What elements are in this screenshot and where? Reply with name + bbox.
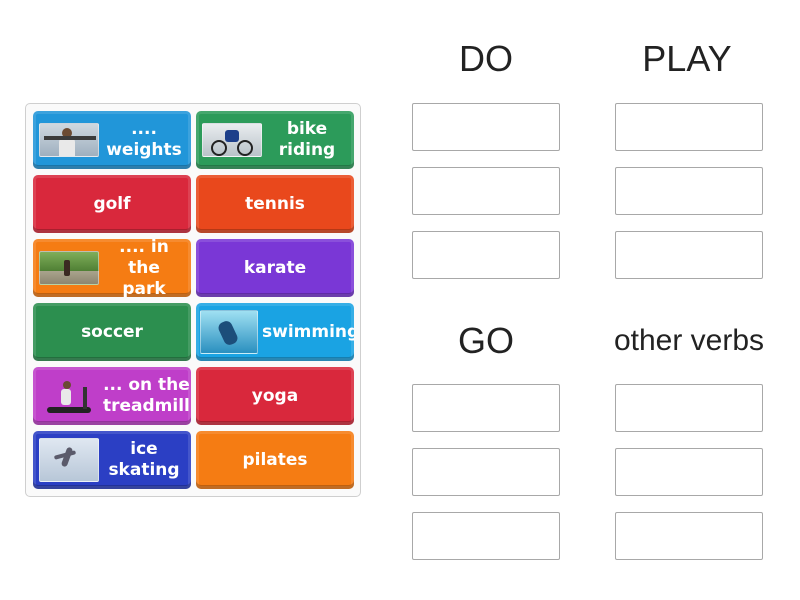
tile-label: bike riding xyxy=(278,119,336,160)
tile-pilates[interactable]: pilates xyxy=(196,431,354,489)
tile-karate[interactable]: karate xyxy=(196,239,354,297)
tile-golf[interactable]: golf xyxy=(33,175,191,233)
tile-tennis[interactable]: tennis xyxy=(196,175,354,233)
group-title-do: DO xyxy=(459,38,513,79)
go-drop-slot-3[interactable] xyxy=(412,512,560,560)
tile-soccer[interactable]: soccer xyxy=(33,303,191,361)
tile-yoga[interactable]: yoga xyxy=(196,367,354,425)
swimming-photo-icon xyxy=(200,310,258,354)
tile-treadmill[interactable]: ... on the treadmill xyxy=(33,367,191,425)
group-title-play: PLAY xyxy=(642,38,732,79)
tile-label: ice skating xyxy=(108,439,180,480)
other-verbs-drop-slot-2[interactable] xyxy=(615,448,763,496)
group-title-other-verbs: other verbs xyxy=(613,324,765,357)
tile-weights[interactable]: .... weights xyxy=(33,111,191,169)
go-drop-slot-2[interactable] xyxy=(412,448,560,496)
tile-label: swimming xyxy=(262,321,354,342)
tile-label: ... on the treadmill xyxy=(103,375,190,416)
tile-label: tennis xyxy=(245,193,305,214)
word-tray: .... weights bike riding golf tennis ...… xyxy=(25,103,361,497)
tile-label: golf xyxy=(93,193,131,214)
tile-label: yoga xyxy=(251,385,299,406)
other-verbs-drop-slot-3[interactable] xyxy=(615,512,763,560)
park-photo-icon xyxy=(39,251,99,285)
do-drop-slot-3[interactable] xyxy=(412,231,560,279)
tile-label: .... in the park xyxy=(119,239,169,297)
tile-ice-skating[interactable]: ice skating xyxy=(33,431,191,489)
group-title-go: GO xyxy=(457,320,514,361)
tile-label: pilates xyxy=(242,449,308,470)
tile-label: karate xyxy=(243,257,307,278)
play-drop-slot-2[interactable] xyxy=(615,167,763,215)
play-drop-slot-1[interactable] xyxy=(615,103,763,151)
do-drop-slot-1[interactable] xyxy=(412,103,560,151)
treadmill-photo-icon xyxy=(39,379,99,413)
tile-bike-riding[interactable]: bike riding xyxy=(196,111,354,169)
tile-label: .... weights xyxy=(106,119,182,160)
skating-photo-icon xyxy=(39,438,99,482)
do-drop-slot-2[interactable] xyxy=(412,167,560,215)
bike-photo-icon xyxy=(202,123,262,157)
tile-swimming[interactable]: swimming xyxy=(196,303,354,361)
go-drop-slot-1[interactable] xyxy=(412,384,560,432)
tile-label: soccer xyxy=(81,321,143,342)
play-drop-slot-3[interactable] xyxy=(615,231,763,279)
tile-in-the-park[interactable]: .... in the park xyxy=(33,239,191,297)
weights-photo-icon xyxy=(39,123,99,157)
other-verbs-drop-slot-1[interactable] xyxy=(615,384,763,432)
